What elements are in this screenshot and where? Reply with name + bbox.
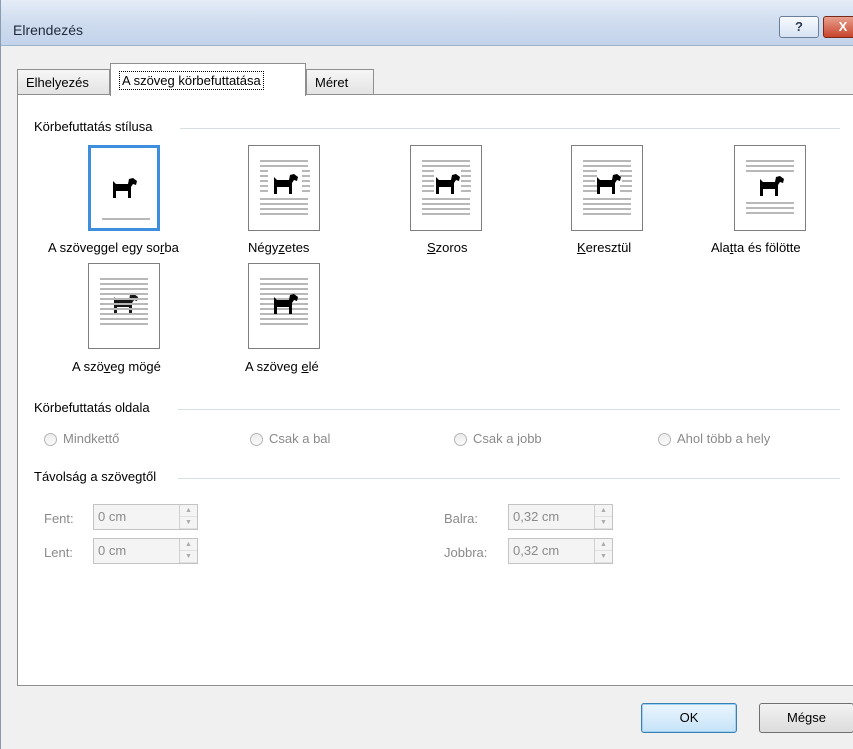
text-wrapping-panel: Körbefuttatás stílusa A szöveggel egy so… (17, 94, 853, 686)
tab-size-label: Méret (315, 75, 349, 90)
ok-button[interactable]: OK (641, 703, 737, 733)
title-bar[interactable]: Elrendezés ? X (1, 0, 853, 46)
wrap-style-heading: Körbefuttatás stílusa (34, 119, 153, 134)
top-distance-stepper[interactable]: 0 cm ▲ ▼ (93, 504, 198, 530)
label-part: Négy (248, 240, 279, 255)
radio-label: Csak a bal (269, 431, 331, 446)
radio-right-only[interactable]: Csak a jobb (454, 431, 542, 449)
label-part: ta és fölötte (733, 240, 801, 255)
group-divider (178, 409, 840, 410)
inline-with-text-icon[interactable] (88, 145, 160, 231)
cancel-button[interactable]: Mégse (759, 703, 853, 733)
tab-size[interactable]: Méret (306, 69, 374, 94)
tab-text-wrapping-label: A szöveg körbefuttatása (119, 71, 264, 90)
through-wrap-icon[interactable] (571, 145, 643, 231)
access-key: K (577, 240, 586, 255)
wrap-side-heading: Körbefuttatás oldala (34, 400, 150, 415)
label-part: ba (164, 240, 179, 255)
radio-largest-only[interactable]: Ahol több a hely (658, 431, 770, 449)
wrap-option-label[interactable]: Keresztül (577, 240, 631, 255)
down-arrow-icon[interactable]: ▼ (180, 517, 197, 529)
radio-left-only[interactable]: Csak a bal (250, 431, 330, 449)
wrap-option-label[interactable]: A szöveg elé (245, 359, 319, 374)
tab-position[interactable]: Elhelyezés (17, 69, 110, 94)
wrap-option-label[interactable]: A szöveggel egy sorba (48, 240, 179, 255)
behind-text-icon[interactable] (88, 263, 160, 349)
close-button[interactable]: X (823, 16, 853, 38)
in-front-of-text-icon[interactable] (248, 263, 320, 349)
label-part: zoros (435, 240, 468, 255)
bottom-distance-stepper[interactable]: 0 cm ▲ ▼ (93, 538, 198, 564)
down-arrow-icon[interactable]: ▼ (595, 517, 612, 529)
label-part: eg mögé (110, 359, 161, 374)
access-key: e (301, 359, 309, 374)
stepper-arrows[interactable]: ▲ ▼ (179, 539, 197, 563)
label-part: eresztül (585, 240, 632, 255)
distance-heading: Távolság a szövegtől (34, 469, 157, 484)
label-part: lé (308, 359, 319, 374)
radio-button[interactable] (658, 433, 671, 447)
bottom-distance-label: Lent: (44, 545, 73, 560)
wrap-option-label[interactable]: A szöveg mögé (72, 359, 161, 374)
right-distance-stepper[interactable]: 0,32 cm ▲ ▼ (508, 538, 613, 564)
radio-label: Mindkettő (63, 431, 120, 446)
group-divider (180, 128, 840, 129)
down-arrow-icon[interactable]: ▼ (595, 551, 612, 563)
bottom-distance-value: 0 cm (98, 543, 127, 558)
radio-label: Ahol több a hely (677, 431, 771, 446)
down-arrow-icon[interactable]: ▼ (180, 551, 197, 563)
label-part: etes (284, 240, 310, 255)
tight-wrap-icon[interactable] (410, 145, 482, 231)
label-part: A szöveggel egy so (48, 240, 161, 255)
top-bottom-wrap-icon[interactable] (734, 145, 806, 231)
stepper-arrows[interactable]: ▲ ▼ (179, 505, 197, 529)
stepper-arrows[interactable]: ▲ ▼ (594, 539, 612, 563)
label-part: A szö (72, 359, 104, 374)
radio-button[interactable] (250, 433, 263, 447)
wrap-option-label[interactable]: Szoros (427, 240, 467, 255)
help-button[interactable]: ? (779, 16, 819, 38)
up-arrow-icon[interactable]: ▲ (180, 539, 197, 551)
tab-position-label: Elhelyezés (26, 75, 89, 90)
left-distance-value: 0,32 cm (513, 509, 560, 524)
access-key: S (427, 240, 436, 255)
square-wrap-icon[interactable] (248, 145, 320, 231)
right-distance-value: 0,32 cm (513, 543, 560, 558)
right-distance-label: Jobbra: (444, 545, 488, 560)
up-arrow-icon[interactable]: ▲ (595, 539, 612, 551)
radio-button[interactable] (454, 433, 467, 447)
top-distance-label: Fent: (44, 511, 74, 526)
top-distance-value: 0 cm (98, 509, 127, 524)
wrap-option-label[interactable]: Négyzetes (248, 240, 309, 255)
wrap-option-label[interactable]: Alatta és fölötte (711, 240, 801, 255)
tab-text-wrapping[interactable]: A szöveg körbefuttatása (110, 63, 306, 96)
up-arrow-icon[interactable]: ▲ (595, 505, 612, 517)
radio-both-sides[interactable]: Mindkettő (44, 431, 119, 449)
stepper-arrows[interactable]: ▲ ▼ (594, 505, 612, 529)
layout-dialog: Elrendezés ? X Elhelyezés A szöveg körbe… (0, 0, 853, 749)
up-arrow-icon[interactable]: ▲ (180, 505, 197, 517)
left-distance-label: Balra: (444, 511, 478, 526)
left-distance-stepper[interactable]: 0,32 cm ▲ ▼ (508, 504, 613, 530)
radio-label: Csak a jobb (473, 431, 542, 446)
label-part: Ala (711, 240, 730, 255)
group-divider (178, 478, 840, 479)
dialog-title: Elrendezés (13, 22, 84, 38)
label-part: A szöveg (245, 359, 302, 374)
radio-button[interactable] (44, 433, 57, 447)
